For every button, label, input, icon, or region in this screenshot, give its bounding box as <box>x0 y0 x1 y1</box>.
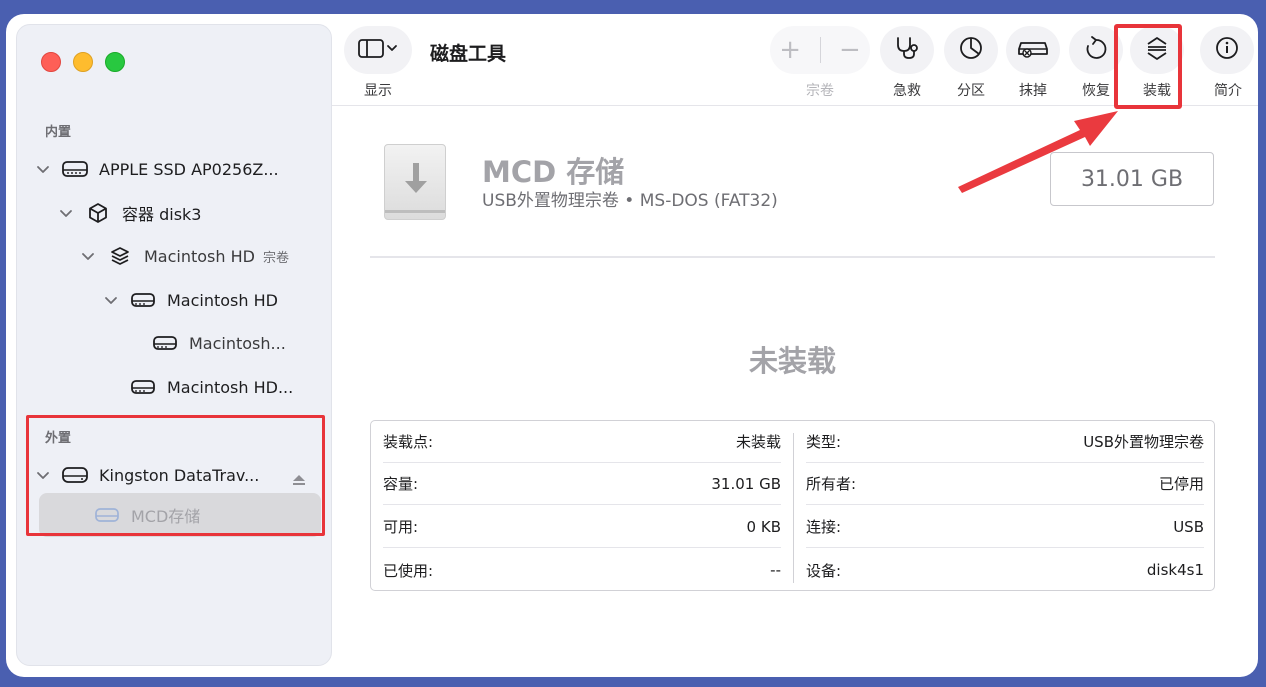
info-value: disk4s1 <box>1146 561 1204 579</box>
divider <box>819 37 821 63</box>
info-row-used: 已使用: -- <box>383 549 781 590</box>
sidebar-item-label: Macintosh... <box>189 333 286 353</box>
sidebar-item-label: Macintosh HD <box>144 246 255 266</box>
mount-status-text: 未装载 <box>748 344 836 378</box>
info-value: 未装载 <box>735 433 781 451</box>
minimize-window-button[interactable] <box>73 52 93 72</box>
sidebar-item-label: Macintosh HD <box>167 290 278 310</box>
info-row-device: 设备: disk4s1 <box>806 549 1204 590</box>
info-value: 已停用 <box>1158 475 1204 493</box>
internal-section-label: 内置 <box>45 125 72 140</box>
sidebar-item-label: Macintosh HD... <box>167 377 294 397</box>
info-key: 容量: <box>383 475 419 493</box>
sidebar-item-container-disk3[interactable]: 容器 disk3 <box>58 195 201 231</box>
sidebar-item-macintosh-data[interactable]: Macintosh... <box>151 325 286 361</box>
chevron-down-icon[interactable] <box>80 248 96 264</box>
info-row-type: 类型: USB外置物理宗卷 <box>806 421 1204 463</box>
info-row-mountpoint: 装载点: 未装载 <box>383 421 781 463</box>
chevron-down-icon[interactable] <box>58 205 74 221</box>
erase-disk-icon <box>1017 37 1049 63</box>
volume-disk-icon <box>129 289 157 311</box>
volume-disk-icon <box>129 376 157 398</box>
info-key: 所有者: <box>806 475 857 493</box>
info-row-capacity: 容量: 31.01 GB <box>383 463 781 505</box>
app-title: 磁盘工具 <box>430 43 507 65</box>
close-window-button[interactable] <box>41 52 61 72</box>
chevron-down-icon[interactable] <box>35 161 51 177</box>
volume-group-badge: 宗卷 <box>262 250 289 266</box>
info-row-owners: 所有者: 已停用 <box>806 463 1204 505</box>
partition-label: 分区 <box>957 83 985 99</box>
info-value: 0 KB <box>746 517 781 536</box>
firstaid-label: 急救 <box>893 83 921 99</box>
chevron-down-icon[interactable] <box>103 292 119 308</box>
add-volume-icon[interactable]: + <box>779 35 801 65</box>
info-key: 设备: <box>806 561 842 580</box>
pie-chart-icon <box>958 35 984 65</box>
zoom-window-button[interactable] <box>105 52 125 72</box>
info-key: 可用: <box>383 518 419 536</box>
view-label: 显示 <box>364 83 392 99</box>
volume-info-table: 装载点: 未装载 容量: 31.01 GB 可用: 0 KB 已使用: -- 类… <box>370 420 1215 591</box>
external-highlight-box <box>26 415 325 536</box>
volume-disk-icon <box>151 332 179 354</box>
sidebar-item-label: 容器 disk3 <box>122 205 202 224</box>
erase-label: 抹掉 <box>1019 83 1047 99</box>
partition-button[interactable] <box>944 26 998 74</box>
info-label: 简介 <box>1214 83 1242 99</box>
sidebar-item-macintosh-hd-data[interactable]: Macintosh HD... <box>129 369 293 405</box>
info-key: 类型: <box>806 433 842 451</box>
info-column-left: 装载点: 未装载 容量: 31.01 GB 可用: 0 KB 已使用: -- <box>371 421 793 590</box>
firstaid-button[interactable] <box>880 26 934 74</box>
volume-name: MCD 存储 <box>482 155 625 189</box>
info-key: 装载点: <box>383 433 434 451</box>
container-cube-icon <box>84 202 112 224</box>
info-value: USB外置物理宗卷 <box>1083 433 1204 451</box>
divider <box>370 256 1215 258</box>
info-value: USB <box>1173 517 1204 536</box>
info-column-right: 类型: USB外置物理宗卷 所有者: 已停用 连接: USB 设备: disk4… <box>794 421 1214 590</box>
info-icon <box>1214 35 1240 65</box>
sidebar-item-macintosh-hd-volume-group[interactable]: Macintosh HD 宗卷 <box>80 238 289 274</box>
sidebar: 内置 APPLE SSD AP0256Z... 容器 disk3 Macinto… <box>16 24 332 666</box>
info-key: 连接: <box>806 518 842 536</box>
volume-size-box: 31.01 GB <box>1050 152 1214 206</box>
info-row-connection: 连接: USB <box>806 506 1204 548</box>
internal-disk-icon <box>61 158 89 180</box>
remove-volume-icon[interactable]: − <box>839 35 861 65</box>
stethoscope-icon <box>893 35 921 65</box>
external-volume-icon <box>384 144 446 220</box>
info-row-available: 可用: 0 KB <box>383 506 781 548</box>
mount-highlight-box <box>1114 24 1182 109</box>
volume-add-remove-control[interactable]: + − <box>770 26 870 74</box>
sidebar-item-label: APPLE SSD AP0256Z... <box>99 159 279 179</box>
disk-utility-window: 内置 APPLE SSD AP0256Z... 容器 disk3 Macinto… <box>6 14 1258 677</box>
info-key: 已使用: <box>383 561 434 580</box>
sidebar-item-apple-ssd[interactable]: APPLE SSD AP0256Z... <box>35 151 279 187</box>
disk-strip <box>385 210 445 213</box>
erase-button[interactable] <box>1006 26 1060 74</box>
sidebar-view-button[interactable] <box>344 26 412 74</box>
sidebar-toggle-icon <box>357 37 399 63</box>
volume-label: 宗卷 <box>806 83 834 99</box>
layers-icon <box>106 245 134 267</box>
volume-description: USB外置物理宗卷 • MS-DOS (FAT32) <box>482 191 778 211</box>
restore-icon <box>1083 35 1109 65</box>
main-panel: MCD 存储 USB外置物理宗卷 • MS-DOS (FAT32) 31.01 … <box>332 106 1258 677</box>
sidebar-item-macintosh-hd[interactable]: Macintosh HD <box>103 282 278 318</box>
info-button[interactable] <box>1200 26 1254 74</box>
info-value: 31.01 GB <box>711 474 781 493</box>
info-value: -- <box>770 561 781 579</box>
